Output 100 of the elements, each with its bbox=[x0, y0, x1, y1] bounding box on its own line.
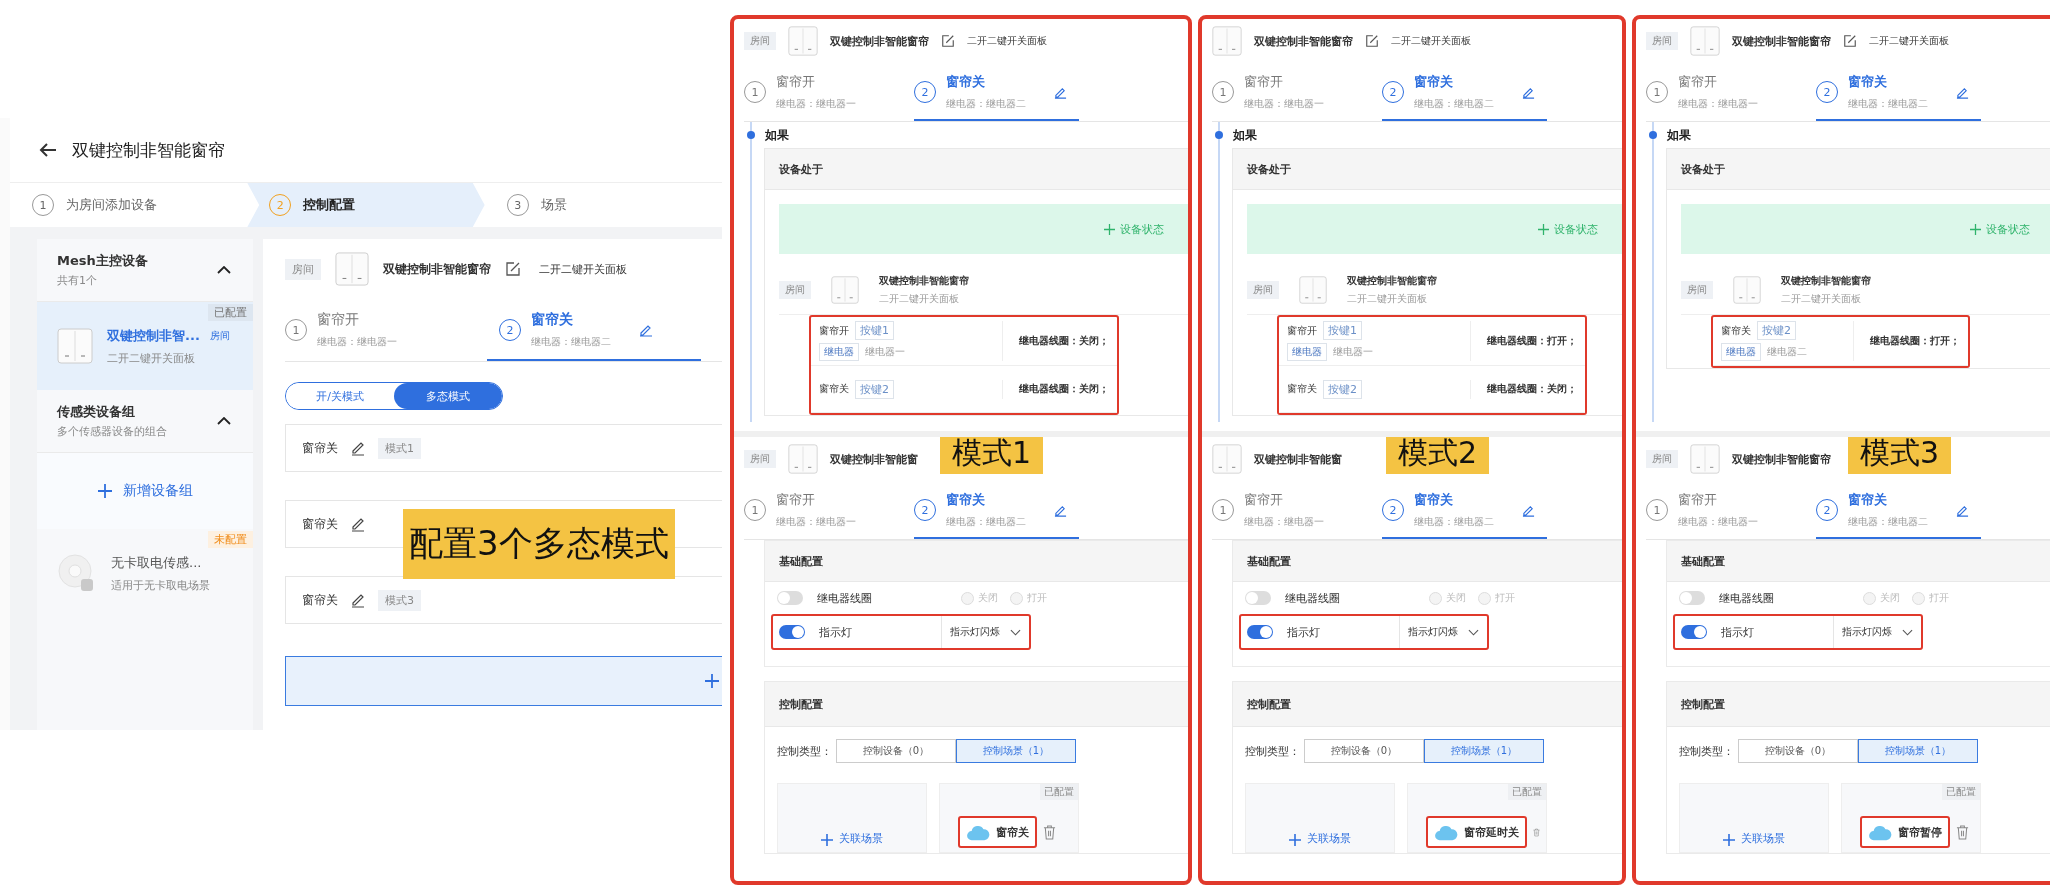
add-state-button[interactable]: 设备状态 bbox=[1247, 204, 1622, 254]
room-tag: 房间 bbox=[744, 450, 776, 468]
add-group-button[interactable]: 新增设备组 bbox=[37, 453, 253, 529]
add-mode-button[interactable] bbox=[285, 656, 722, 706]
segment-button[interactable]: 控制场景（1） bbox=[1424, 739, 1544, 763]
pencil-icon[interactable] bbox=[350, 440, 366, 456]
pencil-icon[interactable] bbox=[1522, 85, 1535, 99]
link-scene-button[interactable]: 关联场景 bbox=[1679, 783, 1829, 853]
segment-button[interactable]: 控制设备（0） bbox=[1738, 739, 1858, 763]
if-label: 如果 bbox=[765, 126, 789, 144]
pencil-icon[interactable] bbox=[639, 323, 653, 337]
toggle-label: 指示灯 bbox=[1721, 624, 1755, 640]
device-item[interactable]: 未配置 无卡取电传感... 适用于无卡取电场景 bbox=[37, 529, 253, 617]
add-state-button[interactable]: 设备状态 bbox=[1681, 204, 2050, 254]
chevron-icon bbox=[217, 266, 231, 274]
switch-panel-icon bbox=[1212, 26, 1242, 56]
step-item[interactable]: 3 场景 bbox=[484, 183, 722, 227]
device-name: 双键控制非智能窗帘 bbox=[830, 33, 929, 49]
trash-icon[interactable] bbox=[1043, 825, 1056, 840]
relay-state: 继电器线圈：关闭； bbox=[1018, 334, 1109, 348]
pencil-icon[interactable] bbox=[350, 592, 366, 608]
step-item[interactable]: 1 为房间添加设备 bbox=[10, 183, 248, 227]
status-tag: 已配置 bbox=[1942, 784, 1980, 800]
toggle-label: 指示灯 bbox=[1287, 624, 1321, 640]
plus-icon bbox=[1538, 223, 1549, 235]
button-name: 窗帘开 bbox=[819, 323, 849, 338]
room-tag: 房间 bbox=[285, 258, 321, 280]
plus-icon bbox=[1104, 223, 1115, 235]
scene-card[interactable]: 已配置 窗帘关 bbox=[939, 783, 1079, 853]
relay-state: 继电器线圈：关闭； bbox=[1486, 382, 1577, 396]
toggle-switch[interactable] bbox=[1681, 625, 1707, 639]
timeline-dot bbox=[747, 131, 755, 139]
key-tag: 按键1 bbox=[1323, 321, 1362, 340]
trash-icon[interactable] bbox=[1956, 825, 1969, 840]
pencil-icon[interactable] bbox=[1956, 503, 1969, 517]
relay-state: 继电器线圈：关闭； bbox=[1018, 382, 1109, 396]
segment-button[interactable]: 控制场景（1） bbox=[956, 739, 1076, 763]
mode-name: 窗帘关 bbox=[302, 515, 338, 533]
device-model: 二开二键开关面板 bbox=[107, 350, 196, 366]
add-state-button[interactable]: 设备状态 bbox=[779, 204, 1188, 254]
link-scene-button[interactable]: 关联场景 bbox=[777, 783, 927, 853]
toggle-switch[interactable] bbox=[1245, 591, 1271, 605]
dropdown[interactable]: 指示灯闪烁 bbox=[1833, 616, 1921, 648]
room-tag: 房间 bbox=[1681, 281, 1713, 299]
button-name: 窗帘关 bbox=[1721, 323, 1751, 338]
status-tag: 未配置 bbox=[208, 531, 253, 548]
type-tag: 继电器 bbox=[819, 343, 859, 361]
pencil-icon[interactable] bbox=[1054, 503, 1067, 517]
device-name: 双键控制非智能窗帘 bbox=[1732, 33, 1831, 49]
callout-label: 模式2 bbox=[1386, 437, 1490, 474]
device-name: 无卡取电传感... bbox=[111, 553, 202, 572]
segment-button[interactable]: 控制设备（0） bbox=[836, 739, 956, 763]
card-title: 设备处于 bbox=[1233, 149, 1622, 190]
mode-toggle-button[interactable]: 多态模式 bbox=[394, 383, 502, 409]
callout-label: 模式1 bbox=[940, 437, 1044, 474]
scene-card[interactable]: 已配置 窗帘暂停 bbox=[1841, 783, 1981, 853]
mode-name: 窗帘关 bbox=[302, 591, 338, 609]
pencil-icon[interactable] bbox=[350, 516, 366, 532]
segment-button[interactable]: 控制设备（0） bbox=[1304, 739, 1424, 763]
switch-panel-icon bbox=[335, 252, 369, 286]
pencil-icon[interactable] bbox=[1054, 85, 1067, 99]
pencil-icon[interactable] bbox=[1522, 503, 1535, 517]
edit-icon[interactable] bbox=[1843, 34, 1857, 48]
link-scene-button[interactable]: 关联场景 bbox=[1245, 783, 1395, 853]
device-name: 双键控制非智... bbox=[107, 326, 200, 345]
card-title: 基础配置 bbox=[1233, 541, 1622, 582]
switch-panel-icon bbox=[57, 328, 93, 364]
room-label: 房间 bbox=[209, 328, 230, 343]
device-item[interactable]: 已配置 双键控制非智... 房间 二开二键开关面板 bbox=[37, 302, 253, 390]
room-tag: 房间 bbox=[1247, 281, 1279, 299]
dropdown[interactable]: 指示灯闪烁 bbox=[941, 616, 1029, 648]
room-tag: 房间 bbox=[1646, 32, 1678, 50]
status-tag: 已配置 bbox=[1040, 784, 1078, 800]
step-item[interactable]: 2 控制配置 bbox=[247, 183, 485, 227]
device-model: 二开二键开关面板 bbox=[539, 261, 627, 277]
device-model: 二开二键开关面板 bbox=[967, 34, 1047, 48]
dropdown[interactable]: 指示灯闪烁 bbox=[1399, 616, 1487, 648]
toggle-label: 继电器线圈 bbox=[1285, 590, 1341, 606]
button-name: 窗帘开 bbox=[1287, 323, 1317, 338]
segment-button[interactable]: 控制场景（1） bbox=[1858, 739, 1978, 763]
switch-panel-icon bbox=[788, 444, 818, 474]
device-name: 双键控制非智能窗帘 bbox=[383, 260, 491, 278]
toggle-switch[interactable] bbox=[779, 625, 805, 639]
switch-panel-icon bbox=[1212, 444, 1242, 474]
mode-row[interactable]: 窗帘关 模式1 bbox=[285, 424, 722, 472]
toggle-label: 继电器线圈 bbox=[1719, 590, 1775, 606]
edit-icon[interactable] bbox=[941, 34, 955, 48]
plus-icon bbox=[1723, 834, 1735, 846]
pencil-icon[interactable] bbox=[1956, 85, 1969, 99]
chevron-icon bbox=[217, 417, 231, 425]
toggle-switch[interactable] bbox=[1247, 625, 1273, 639]
edit-icon[interactable] bbox=[505, 261, 521, 277]
card-title: 基础配置 bbox=[765, 541, 1188, 582]
device-name: 双键控制非智能窗帘 bbox=[1781, 274, 1871, 288]
scene-card[interactable]: 已配置 窗帘延时关 bbox=[1407, 783, 1547, 853]
toggle-switch[interactable] bbox=[777, 591, 803, 605]
device-model: 二开二键开关面板 bbox=[1391, 34, 1471, 48]
edit-icon[interactable] bbox=[1365, 34, 1379, 48]
toggle-switch[interactable] bbox=[1679, 591, 1705, 605]
caret-icon bbox=[1468, 628, 1479, 636]
